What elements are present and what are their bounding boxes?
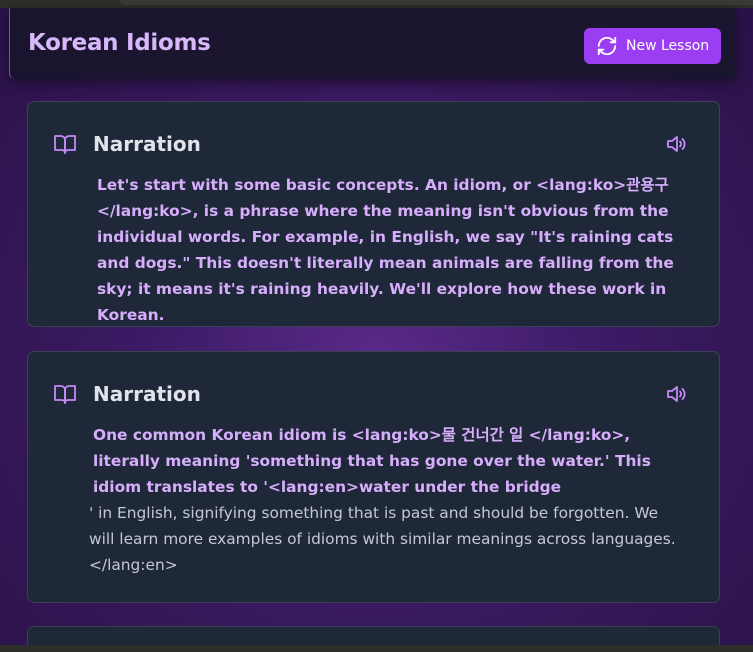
narration-text: Let's start with some basic concepts. An… — [93, 172, 683, 328]
app-header: Korean Idioms New Lesson — [9, 8, 736, 79]
page-title: Korean Idioms — [28, 30, 211, 56]
book-open-icon — [54, 135, 76, 154]
narration-card: Narration One common Korean idiom is <la… — [27, 351, 720, 603]
narration-highlight-text: One common Korean idiom is <lang:ko>물 건너… — [93, 426, 651, 496]
new-lesson-button[interactable]: New Lesson — [584, 28, 721, 64]
narration-plain-text: ' in English, signifying something that … — [89, 504, 676, 574]
card-title: Narration — [93, 132, 201, 156]
speaker-icon[interactable] — [663, 382, 689, 406]
new-lesson-label: New Lesson — [626, 38, 710, 54]
window-top-strip-inner — [120, 0, 753, 5]
narration-text: One common Korean idiom is <lang:ko>물 건너… — [89, 422, 683, 578]
card-header: Narration — [52, 130, 689, 158]
book-open-icon — [54, 385, 76, 404]
window-top-strip — [0, 0, 753, 8]
window-bottom-strip — [0, 645, 753, 652]
card-title: Narration — [93, 382, 201, 406]
narration-card: Narration Let's start with some basic co… — [27, 101, 720, 327]
narration-highlight-text: Let's start with some basic concepts. An… — [97, 176, 674, 324]
refresh-icon — [597, 36, 617, 56]
card-header: Narration — [52, 380, 689, 408]
speaker-icon[interactable] — [663, 132, 689, 156]
